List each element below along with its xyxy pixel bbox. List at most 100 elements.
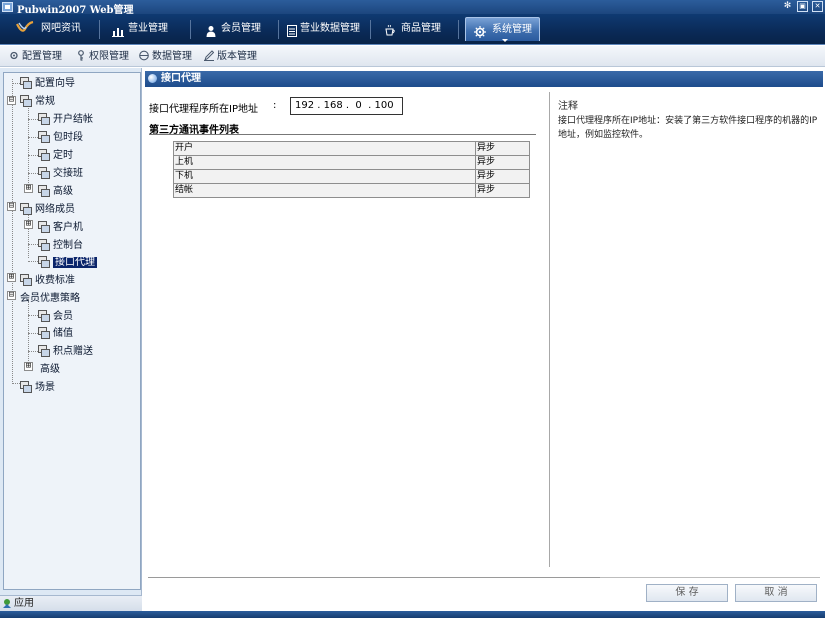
note-title: 注释 [558,101,578,112]
app-window-icon [2,2,13,12]
tree-line [28,119,38,120]
expand-toggle-billing[interactable]: ⊞ [7,273,16,282]
nav-divider [370,20,371,39]
apply-label: 应用 [14,598,34,609]
tree-node-open-checkout[interactable]: 开户结帐 [38,112,93,127]
nav-divider [99,20,100,39]
collapse-toggle-member-discount[interactable]: ⊟ [7,291,16,300]
tree-node-interface-proxy[interactable]: 接口代理 [38,255,97,270]
ip-address-field[interactable]: 192 . 168 . 0 . 100 [290,97,403,115]
tree-line [28,137,38,138]
tree-node-clients[interactable]: 客户机 [38,220,83,235]
chevron-down-icon [502,39,508,42]
tab-system-label: 系统管理 [492,24,532,35]
tab-goods-label: 商品管理 [401,23,441,34]
tab-system[interactable]: 系统管理 [465,17,540,42]
tree-node-label: 收费标准 [35,275,75,286]
title-bar: Pubwin2007 Web管理 ✻ ▣ ✕ [0,0,825,16]
table-row[interactable]: 上机 异步 [173,155,530,170]
subnav-config[interactable]: 配置管理 [9,50,62,64]
node-icon [20,77,32,89]
event-mode-cell[interactable]: 异步 [475,141,530,156]
snowflake-icon[interactable]: ✻ [782,1,793,12]
tab-business-label: 营业管理 [128,23,168,34]
notes-divider [549,92,550,567]
subnav-version[interactable]: 版本管理 [204,50,257,64]
expand-toggle-advanced[interactable]: ⊞ [24,362,33,371]
tree-node-billing-standard[interactable]: 收费标准 [20,273,75,288]
tree-node-label: 定时 [53,150,73,161]
save-button[interactable]: 保 存 [646,584,728,602]
tree-node-advanced[interactable]: 高级 [40,362,60,377]
tree-node-label: 高级 [53,186,73,197]
tab-members[interactable]: 会员管理 [205,17,273,41]
subnav-data[interactable]: 数据管理 [139,50,192,64]
event-name-cell: 下机 [173,169,476,184]
subnav-version-label: 版本管理 [217,51,257,62]
subnav-permissions[interactable]: 权限管理 [76,50,129,64]
app-window: Pubwin2007 Web管理 ✻ ▣ ✕ 网吧资讯 营业管理 会员管理 营业… [0,0,825,618]
document-icon [286,23,298,37]
subnav-data-label: 数据管理 [152,51,192,62]
note-body: 接口代理程序所在IP地址：安装了第三方软件接口程序的机器的IP地址，例如监控软件… [558,116,818,140]
tree-node-label: 场景 [35,382,55,393]
collapse-toggle-general[interactable]: ⊟ [7,96,16,105]
ip-address-colon: : [273,100,277,111]
tab-business[interactable]: 营业管理 [112,17,184,41]
tree-node-member-discount[interactable]: 会员优惠策略 [20,291,80,306]
event-mode-cell[interactable]: 异步 [475,155,530,170]
tree-node-config-wizard[interactable]: 配置向导 [20,76,75,91]
tree-node-general[interactable]: 常规 [20,94,55,109]
tree-node-scene[interactable]: 场景 [20,380,55,395]
tree-line [12,83,20,84]
tree-line [28,244,38,245]
event-name-cell: 开户 [173,141,476,156]
tree-node-points-gift[interactable]: 积点赠送 [38,344,93,359]
panel-title: 接口代理 [161,73,201,84]
gear-icon [9,50,19,61]
tree-node-console[interactable]: 控制台 [38,238,83,253]
node-icon [20,203,32,215]
pencil-icon [204,50,215,62]
event-table: 开户 异步 上机 异步 下机 异步 结帐 异步 [173,141,530,198]
node-icon [38,185,50,197]
event-mode-cell[interactable]: 异步 [475,183,530,198]
table-row[interactable]: 结帐 异步 [173,183,530,198]
table-row[interactable]: 开户 异步 [173,141,530,156]
table-row[interactable]: 下机 异步 [173,169,530,184]
nav-divider [278,20,279,39]
expand-toggle-clients[interactable]: ⊞ [24,220,33,229]
collapse-toggle-network[interactable]: ⊟ [7,202,16,211]
coffee-cup-icon [384,23,396,36]
tree-line [28,155,38,156]
tree-node-label: 接口代理 [53,257,97,268]
tree-line [28,210,29,258]
event-mode-cell[interactable]: 异步 [475,169,530,184]
tree-node-shift-handover[interactable]: 交接班 [38,166,83,181]
tree-node-advanced[interactable]: 高级 [38,184,73,199]
tree-node-label: 会员优惠策略 [20,293,80,304]
tree-node-time-package[interactable]: 包时段 [38,130,83,145]
expand-toggle-advanced[interactable]: ⊞ [24,184,33,193]
tab-business-data[interactable]: 营业数据管理 [286,17,366,41]
key-icon [76,50,86,61]
tree-node-network-members[interactable]: 网络成员 [20,202,75,217]
node-icon [38,310,50,322]
restore-icon[interactable]: ▣ [797,1,808,12]
cancel-button[interactable]: 取 消 [735,584,817,602]
panel-header: 接口代理 [145,71,823,87]
tab-news[interactable]: 网吧资讯 [14,17,94,41]
tab-goods[interactable]: 商品管理 [384,17,454,41]
tab-business-data-label: 营业数据管理 [300,23,360,34]
tree-node-timer[interactable]: 定时 [38,148,73,163]
tree-node-member[interactable]: 会员 [38,309,73,324]
tree-node-label: 积点赠送 [53,346,93,357]
main-nav: 网吧资讯 营业管理 会员管理 营业数据管理 商品管理 系统管理 [0,14,825,45]
close-icon[interactable]: ✕ [812,1,823,12]
tree-node-stored-value[interactable]: 储值 [38,326,73,341]
apply-button[interactable]: 应用 [0,595,142,611]
subnav-config-label: 配置管理 [22,51,62,62]
tree-node-label: 储值 [53,328,73,339]
tab-members-label: 会员管理 [221,23,261,34]
tree-node-label: 高级 [40,364,60,375]
